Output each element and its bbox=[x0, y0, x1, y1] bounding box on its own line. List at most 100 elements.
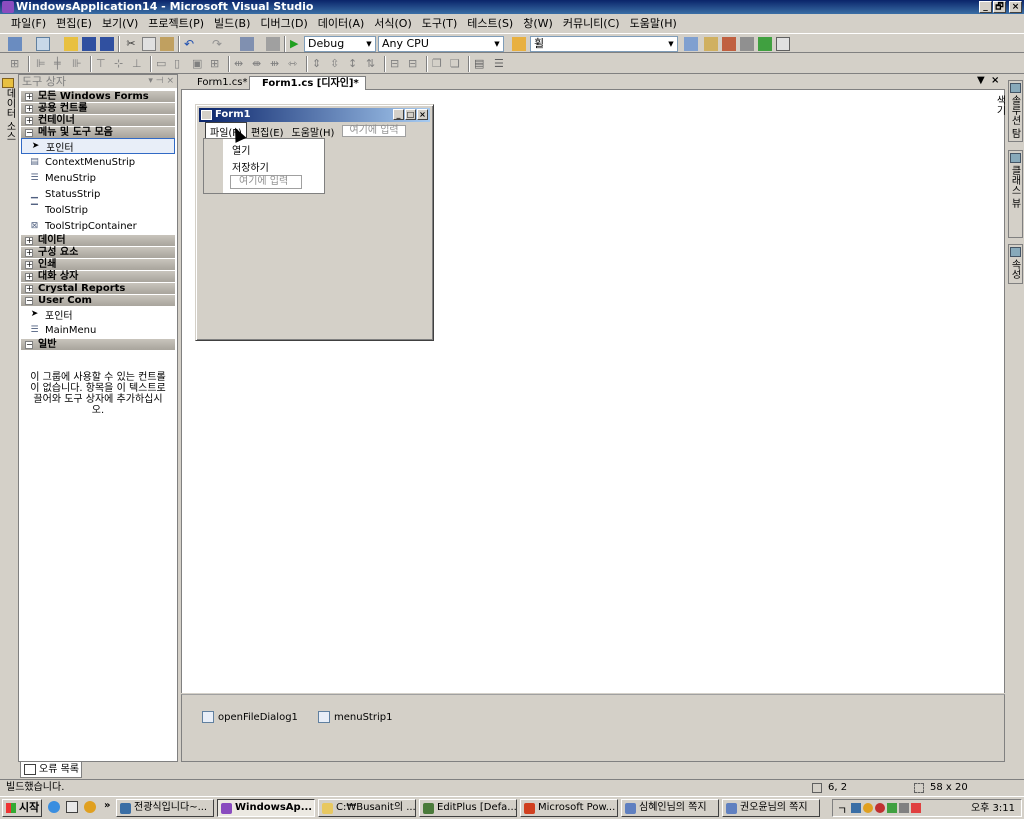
toolbox-section-printing[interactable]: + 인쇄 bbox=[21, 259, 175, 270]
increase-vertical-spacing-icon[interactable]: ⇳ bbox=[330, 57, 344, 71]
cut-icon[interactable]: ✂ bbox=[124, 37, 138, 51]
network-icon[interactable] bbox=[851, 803, 861, 813]
menu-tools[interactable]: 도구(T) bbox=[417, 15, 463, 31]
menu-view[interactable]: 보기(V) bbox=[97, 15, 143, 31]
menu-debug[interactable]: 디버그(D) bbox=[255, 15, 312, 31]
restore-button[interactable]: 🗗 bbox=[993, 1, 1006, 13]
copy-icon[interactable] bbox=[142, 37, 156, 51]
menu-data[interactable]: 데이터(A) bbox=[313, 15, 369, 31]
paste-icon[interactable] bbox=[160, 37, 174, 51]
form-menu-type-here[interactable]: 여기에 입력 bbox=[342, 125, 406, 137]
toolbox-section-data[interactable]: + 데이터 bbox=[21, 235, 175, 246]
taskbar-button-2[interactable]: WindowsAp... bbox=[217, 799, 315, 817]
toolbox-header-controls[interactable]: ▾ ⊣ × bbox=[148, 75, 174, 88]
toolbox-section-menus-toolbars[interactable]: − 메뉴 및 도구 모음 bbox=[21, 127, 175, 138]
toolbox-section-dialogs[interactable]: + 대화 상자 bbox=[21, 271, 175, 282]
toolbox-section-all-windows-forms[interactable]: + 모든 Windows Forms bbox=[21, 91, 175, 102]
security-icon[interactable] bbox=[911, 803, 921, 813]
solution-config-select[interactable]: Debug ▼ bbox=[304, 36, 376, 52]
center-horizontally-icon[interactable]: ⊟ bbox=[390, 57, 404, 71]
send-to-back-icon[interactable]: ❏ bbox=[450, 57, 464, 71]
form-menu-edit[interactable]: 편집(E) bbox=[247, 123, 288, 140]
toolbox-item-toolstripcontainer[interactable]: ⊠ ToolStripContainer bbox=[21, 218, 175, 234]
tab-form1-code[interactable]: Form1.cs* bbox=[185, 76, 253, 90]
lock-controls-icon[interactable]: ☰ bbox=[494, 57, 508, 71]
save-icon[interactable] bbox=[82, 37, 96, 51]
antivirus-icon[interactable] bbox=[875, 803, 885, 813]
make-same-height-icon[interactable]: ▯ bbox=[174, 57, 188, 71]
taskbar-button-3[interactable]: C:₩Busanit의 ... bbox=[318, 799, 416, 817]
quicklaunch-more-icon[interactable]: » bbox=[104, 800, 110, 811]
form-designer-window[interactable]: Form1 _ □ × 파일(F) 편집(E) 도움말(H) 여기에 입력 열기… bbox=[195, 104, 434, 341]
other-windows-icon[interactable] bbox=[776, 37, 790, 51]
tab-list-icon[interactable]: ▼ bbox=[977, 75, 985, 86]
tab-order-icon[interactable]: ▤ bbox=[474, 57, 488, 71]
class-view-tab[interactable]: 클래스 뷰 bbox=[1008, 150, 1023, 238]
properties-tab[interactable]: 속성 bbox=[1008, 244, 1023, 284]
dropdown-type-here[interactable]: 여기에 입력 bbox=[230, 175, 302, 189]
decrease-spacing-icon[interactable]: ⇻ bbox=[270, 57, 284, 71]
menu-build[interactable]: 빌드(B) bbox=[209, 15, 255, 31]
toolbox-item-statusstrip[interactable]: ▁ StatusStrip bbox=[21, 186, 175, 202]
bring-to-front-icon[interactable]: ❐ bbox=[432, 57, 446, 71]
menu-edit[interactable]: 편집(E) bbox=[51, 15, 97, 31]
start-page-icon[interactable] bbox=[758, 37, 772, 51]
close-document-icon[interactable]: × bbox=[991, 75, 999, 86]
taskbar-button-5[interactable]: Microsoft Pow... bbox=[520, 799, 618, 817]
increase-spacing-icon[interactable]: ⇼ bbox=[252, 57, 266, 71]
navigate-icon[interactable] bbox=[240, 37, 254, 51]
remove-vertical-spacing-icon[interactable]: ⇅ bbox=[366, 57, 380, 71]
align-lefts-icon[interactable]: ⊫ bbox=[36, 57, 50, 71]
update-icon[interactable] bbox=[887, 803, 897, 813]
object-browser-icon[interactable] bbox=[722, 37, 736, 51]
messenger-icon[interactable] bbox=[863, 803, 873, 813]
redo-icon[interactable]: ↷ bbox=[212, 37, 226, 51]
add-item-icon[interactable] bbox=[36, 37, 50, 51]
solution-explorer-icon[interactable] bbox=[684, 37, 698, 51]
form-menu-help[interactable]: 도움말(H) bbox=[288, 123, 339, 140]
browser-quicklaunch-icon[interactable] bbox=[48, 801, 60, 813]
display-icon[interactable] bbox=[899, 803, 909, 813]
menu-community[interactable]: 커뮤니티(C) bbox=[558, 15, 625, 31]
error-list-tab[interactable]: 오류 목록 bbox=[20, 762, 82, 778]
minimize-button[interactable]: _ bbox=[979, 1, 992, 13]
menu-format[interactable]: 서식(O) bbox=[369, 15, 416, 31]
save-all-icon[interactable] bbox=[100, 37, 114, 51]
tray-item-openfiledialog1[interactable]: openFileDialog1 bbox=[202, 711, 298, 723]
show-desktop-icon[interactable] bbox=[66, 801, 78, 813]
align-centers-icon[interactable]: ╪ bbox=[54, 57, 68, 71]
horizontal-spacing-icon[interactable]: ⇹ bbox=[234, 57, 248, 71]
align-to-grid-icon[interactable]: ⊞ bbox=[10, 57, 24, 71]
start-debugging-icon[interactable]: ▶ bbox=[290, 37, 304, 51]
solution-explorer-tab[interactable]: 솔루션 탐색기 bbox=[994, 80, 1023, 142]
toolbox-icon[interactable] bbox=[740, 37, 754, 51]
make-same-width-icon[interactable]: ▭ bbox=[156, 57, 170, 71]
dropdown-item-save[interactable]: 저장하기 bbox=[232, 159, 269, 174]
data-sources-tab[interactable]: 데이터 소스 bbox=[0, 74, 17, 164]
menu-project[interactable]: 프로젝트(P) bbox=[143, 15, 209, 31]
taskbar-button-7[interactable]: 권오윤님의 쪽지 bbox=[722, 799, 820, 817]
dropdown-item-open[interactable]: 열기 bbox=[232, 142, 250, 157]
toolbox-item-pointer[interactable]: ➤ 포인터 bbox=[21, 138, 175, 154]
media-quicklaunch-icon[interactable] bbox=[84, 801, 96, 813]
vertical-spacing-icon[interactable]: ⇕ bbox=[312, 57, 326, 71]
close-button[interactable]: × bbox=[1009, 1, 1022, 13]
undo-icon[interactable]: ↶ bbox=[184, 37, 198, 51]
remove-spacing-icon[interactable]: ⇿ bbox=[288, 57, 302, 71]
ime-icon[interactable]: ㄱ bbox=[837, 802, 847, 818]
toolbox-item-pointer-2[interactable]: ➤ 포인터 bbox=[21, 306, 175, 322]
open-folder-icon[interactable] bbox=[64, 37, 78, 51]
tray-item-menustrip1[interactable]: menuStrip1 bbox=[318, 711, 392, 723]
taskbar-button-1[interactable]: 전광식입니다~... bbox=[116, 799, 214, 817]
find-combo[interactable]: 휠 ▼ bbox=[530, 36, 678, 52]
toolbox-section-crystal-reports[interactable]: + Crystal Reports bbox=[21, 283, 175, 294]
menu-help[interactable]: 도움말(H) bbox=[625, 15, 682, 31]
taskbar-button-4[interactable]: EditPlus [Defa... bbox=[419, 799, 517, 817]
platform-select[interactable]: Any CPU ▼ bbox=[378, 36, 504, 52]
find-in-files-icon[interactable] bbox=[512, 37, 526, 51]
tab-form1-design[interactable]: Form1.cs [디자인]* bbox=[249, 76, 366, 90]
toolbox-section-common-controls[interactable]: + 공용 컨트롤 bbox=[21, 103, 175, 114]
align-bottoms-icon[interactable]: ⊥ bbox=[132, 57, 146, 71]
toolbox-section-components[interactable]: + 구성 요소 bbox=[21, 247, 175, 258]
size-to-grid-icon[interactable]: ⊞ bbox=[210, 57, 224, 71]
